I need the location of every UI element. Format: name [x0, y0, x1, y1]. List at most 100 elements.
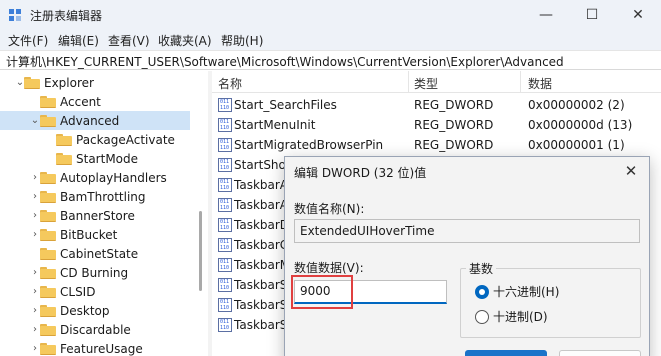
folder-icon [40, 267, 56, 279]
base-groupbox [460, 268, 641, 338]
column-header-type[interactable]: 类型 [414, 75, 438, 92]
maximize-icon: ☐ [585, 7, 599, 23]
list-row[interactable]: 011 110 StartMigratedBrowserPin REG_DWORD… [212, 135, 661, 155]
reg-binary-icon: 011 110 [218, 258, 232, 272]
folder-icon [56, 153, 72, 165]
address-bar[interactable]: 计算机\HKEY_CURRENT_USER\Software\Microsoft… [0, 50, 661, 70]
column-divider[interactable] [408, 71, 409, 93]
tree-item-label: Discardable [60, 322, 131, 337]
reg-binary-icon: 011 110 [218, 278, 232, 292]
chevron-right-icon[interactable]: › [30, 210, 40, 221]
radio-dec-label[interactable]: 十进制(D) [493, 308, 548, 325]
menu-bar: 文件(F) 编辑(E) 查看(V) 收藏夹(A) 帮助(H) [0, 30, 661, 50]
menu-help[interactable]: 帮助(H) [221, 32, 263, 49]
chevron-right-icon[interactable]: › [30, 172, 40, 183]
tree-item-desktop[interactable]: › Desktop [0, 301, 190, 320]
tree-item-explorer[interactable]: ⌄ Explorer [0, 73, 190, 92]
tree-item-cd-burning[interactable]: › CD Burning [0, 263, 190, 282]
tree-item-label: AutoplayHandlers [60, 170, 167, 185]
tree-item-bitbucket[interactable]: › BitBucket [0, 225, 190, 244]
menu-edit[interactable]: 编辑(E) [58, 32, 99, 49]
chevron-right-icon[interactable]: › [30, 229, 40, 240]
tree-item-autoplayhandlers[interactable]: › AutoplayHandlers [0, 168, 190, 187]
value-data-label: 数值数据(V): [294, 261, 364, 275]
tree-item-label: Accent [60, 94, 101, 109]
cell-name: TaskbarA [234, 178, 289, 192]
list-row[interactable]: 011 110 Start_SearchFiles REG_DWORD 0x000… [212, 95, 661, 115]
tree-item-label: Desktop [60, 303, 110, 318]
tree-item-featureusage[interactable]: › FeatureUsage [0, 339, 190, 356]
dialog-close-button[interactable]: ✕ [619, 159, 643, 183]
chevron-right-icon[interactable]: › [30, 191, 40, 202]
tree-item-bamthrottling[interactable]: › BamThrottling [0, 187, 190, 206]
column-divider[interactable] [520, 71, 521, 93]
address-path[interactable]: 计算机\HKEY_CURRENT_USER\Software\Microsoft… [6, 53, 564, 70]
cell-type: REG_DWORD [414, 138, 494, 152]
reg-binary-icon: 011 110 [218, 218, 232, 232]
cell-data: 0x0000000d (13) [528, 118, 633, 132]
radio-dec[interactable] [475, 310, 489, 324]
ok-button[interactable] [465, 350, 547, 356]
tree-item-packageactivate[interactable]: PackageActivate [0, 130, 190, 149]
menu-view[interactable]: 查看(V) [108, 32, 150, 49]
list-row[interactable]: 011 110 StartMenuInit REG_DWORD 0x0000000… [212, 115, 661, 135]
radio-hex-label[interactable]: 十六进制(H) [493, 283, 559, 300]
chevron-down-icon[interactable]: ⌄ [30, 115, 40, 126]
reg-binary-icon: 011 110 [218, 138, 232, 152]
tree-item-label: Explorer [44, 75, 94, 90]
close-button[interactable]: ✕ [615, 0, 661, 30]
cell-name: StartMigratedBrowserPin [234, 138, 384, 152]
tree-item-label: CLSID [60, 284, 96, 299]
folder-icon [40, 305, 56, 317]
value-name-label: 数值名称(N): [294, 202, 365, 216]
cancel-button[interactable] [559, 350, 641, 356]
tree-item-bannerstore[interactable]: › BannerStore [0, 206, 190, 225]
folder-icon [40, 210, 56, 222]
menu-favorites[interactable]: 收藏夹(A) [158, 32, 212, 49]
tree-item-label: BitBucket [60, 227, 118, 242]
title-bar: 注册表编辑器 — ☐ ✕ [0, 0, 661, 30]
folder-icon [24, 77, 40, 89]
cell-name: TaskbarS [234, 278, 288, 292]
tree-item-label: FeatureUsage [60, 341, 143, 356]
scrollbar-thumb[interactable] [199, 211, 202, 291]
cell-name: Start_SearchFiles [234, 98, 337, 112]
tree-item-clsid[interactable]: › CLSID [0, 282, 190, 301]
tree-item-accent[interactable]: Accent [0, 92, 190, 111]
chevron-right-icon[interactable]: › [30, 324, 40, 335]
column-header-name[interactable]: 名称 [218, 75, 242, 92]
reg-binary-icon: 011 110 [218, 98, 232, 112]
reg-binary-icon: 011 110 [218, 118, 232, 132]
value-name-field[interactable]: ExtendedUIHoverTime [294, 219, 640, 243]
reg-binary-icon: 011 110 [218, 158, 232, 172]
cell-data: 0x00000001 (1) [528, 138, 625, 152]
list-header: 名称 类型 数据 [212, 71, 661, 93]
chevron-right-icon[interactable]: › [30, 343, 40, 354]
chevron-right-icon[interactable]: › [30, 286, 40, 297]
column-header-data[interactable]: 数据 [528, 75, 552, 92]
cell-type: REG_DWORD [414, 118, 494, 132]
folder-icon [40, 96, 56, 108]
chevron-right-icon[interactable]: › [30, 305, 40, 316]
folder-icon [40, 191, 56, 203]
tree-item-label: BamThrottling [60, 189, 146, 204]
tree-scrollbar[interactable] [196, 71, 206, 356]
folder-icon [40, 248, 56, 260]
window-title: 注册表编辑器 [30, 9, 103, 23]
folder-icon [40, 229, 56, 241]
chevron-right-icon[interactable]: › [30, 267, 40, 278]
reg-binary-icon: 011 110 [218, 298, 232, 312]
minimize-button[interactable]: — [523, 0, 569, 30]
key-tree[interactable]: ⌄ Explorer Accent ⌄ Advanced PackageActi… [0, 71, 208, 356]
tree-item-startmode[interactable]: StartMode [0, 149, 190, 168]
folder-open-icon [40, 115, 56, 127]
radio-hex[interactable] [475, 285, 489, 299]
reg-binary-icon: 011 110 [218, 178, 232, 192]
tree-item-cabinetstate[interactable]: CabinetState [0, 244, 190, 263]
tree-item-advanced[interactable]: ⌄ Advanced [0, 111, 190, 130]
maximize-button[interactable]: ☐ [569, 0, 615, 30]
tree-item-discardable[interactable]: › Discardable [0, 320, 190, 339]
cell-name: TaskbarM [234, 258, 291, 272]
cell-name: TaskbarG [234, 238, 290, 252]
menu-file[interactable]: 文件(F) [8, 32, 48, 49]
